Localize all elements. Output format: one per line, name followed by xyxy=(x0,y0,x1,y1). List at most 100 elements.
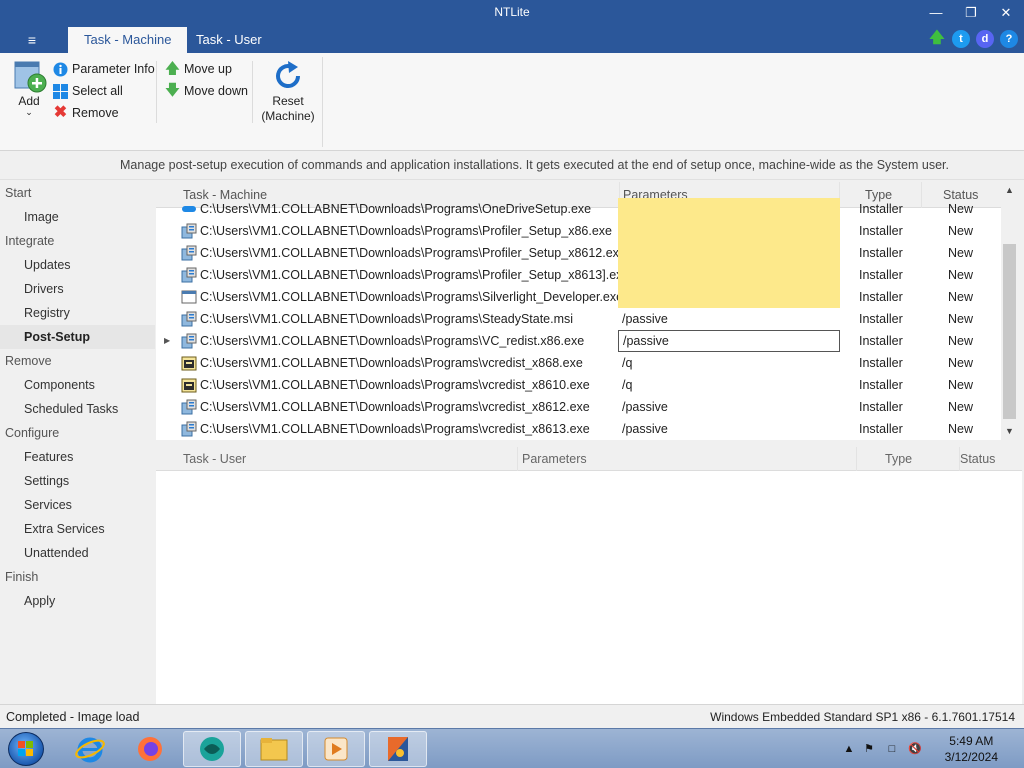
status-right-text: Windows Embedded Standard SP1 x86 - 6.1.… xyxy=(710,710,1015,724)
status-bar: Completed - Image load Windows Embedded … xyxy=(0,704,1024,728)
cell-parameters[interactable]: /passive xyxy=(618,418,840,440)
table-row[interactable]: C:\Users\VM1.COLLABNET\Downloads\Program… xyxy=(156,396,1001,418)
cell-parameters[interactable]: /passive xyxy=(618,396,840,418)
scroll-down-arrow-icon[interactable]: ▼ xyxy=(1001,423,1018,440)
cell-status: New xyxy=(948,334,974,348)
machine-task-grid: Task - Machine Parameters Type Status C:… xyxy=(156,182,1001,440)
table-row[interactable]: C:\Users\VM1.COLLABNET\Downloads\Program… xyxy=(156,374,1001,396)
cell-task-path: C:\Users\VM1.COLLABNET\Downloads\Program… xyxy=(200,246,618,260)
sidebar-category-start[interactable]: Start xyxy=(0,181,155,205)
table-row[interactable]: C:\Users\VM1.COLLABNET\Downloads\Program… xyxy=(156,264,1001,286)
internet-explorer-taskbar-button[interactable] xyxy=(61,731,119,767)
cell-task-path: C:\Users\VM1.COLLABNET\Downloads\Program… xyxy=(200,312,574,326)
move-up-button[interactable]: 🡅 Move up xyxy=(165,59,232,79)
move-down-button[interactable]: 🡇 Move down xyxy=(165,81,248,101)
cell-parameters[interactable] xyxy=(618,286,840,308)
add-label: Add xyxy=(18,94,40,108)
column-header-parameters[interactable]: Parameters xyxy=(517,447,857,471)
hamburger-menu-icon[interactable]: ≡ xyxy=(20,30,44,50)
setup-file-icon xyxy=(181,245,197,261)
start-button[interactable] xyxy=(8,732,44,766)
cell-parameters[interactable] xyxy=(618,242,840,264)
table-row[interactable]: ▶ C:\Users\VM1.COLLABNET\Downloads\Progra… xyxy=(156,330,1001,352)
sidebar-item-image[interactable]: Image xyxy=(0,205,155,229)
sidebar-item-extra-services[interactable]: Extra Services xyxy=(0,517,155,541)
sidebar-item-post-setup[interactable]: Post-Setup xyxy=(0,325,155,349)
cell-task-path: C:\Users\VM1.COLLABNET\Downloads\Program… xyxy=(200,224,612,238)
sidebar-item-features[interactable]: Features xyxy=(0,445,155,469)
table-row[interactable]: C:\Users\VM1.COLLABNET\Downloads\Program… xyxy=(156,308,1001,330)
cell-type: Installer xyxy=(859,246,903,260)
firefox-taskbar-button[interactable] xyxy=(121,731,179,767)
table-row[interactable]: C:\Users\VM1.COLLABNET\Downloads\Program… xyxy=(156,220,1001,242)
sidebar-item-drivers[interactable]: Drivers xyxy=(0,277,155,301)
network-icon[interactable]: □ xyxy=(885,742,899,756)
table-row[interactable]: C:\Users\VM1.COLLABNET\Downloads\Program… xyxy=(156,286,1001,308)
scroll-thumb[interactable] xyxy=(1003,244,1016,419)
tab-task-user[interactable]: Task - User xyxy=(180,27,278,53)
red-x-icon: ✖ xyxy=(53,104,68,121)
cell-type: Installer xyxy=(859,400,903,414)
show-hidden-icons-icon[interactable]: ▲ xyxy=(842,742,856,756)
explorer-taskbar-button[interactable] xyxy=(245,731,303,767)
volume-muted-icon[interactable]: 🔇 xyxy=(908,742,922,756)
column-header-task-user[interactable]: Task - User xyxy=(178,447,518,471)
sidebar-item-apply[interactable]: Apply xyxy=(0,589,155,613)
sidebar-item-unattended[interactable]: Unattended xyxy=(0,541,155,565)
media-app-taskbar-button[interactable] xyxy=(183,731,241,767)
help-icon[interactable]: ? xyxy=(1000,30,1018,48)
cell-parameters[interactable]: /passive xyxy=(618,308,840,330)
action-center-flag-icon[interactable]: ⚑ xyxy=(862,742,876,756)
cell-parameters[interactable]: /q xyxy=(618,374,840,396)
discord-icon[interactable]: d xyxy=(976,30,994,48)
table-row[interactable]: C:\Users\VM1.COLLABNET\Downloads\Program… xyxy=(156,352,1001,374)
remove-button[interactable]: ✖ Remove xyxy=(53,103,119,123)
table-row[interactable]: C:\Users\VM1.COLLABNET\Downloads\Program… xyxy=(156,242,1001,264)
ribbon-separator xyxy=(156,61,157,123)
taskbar-clock[interactable]: 5:49 AM 3/12/2024 xyxy=(945,733,998,765)
select-all-button[interactable]: Select all xyxy=(53,81,123,101)
update-arrow-icon[interactable]: 🡅 xyxy=(928,29,946,48)
sidebar-category-remove[interactable]: Remove xyxy=(0,349,155,373)
parameter-info-button[interactable]: Parameter Info xyxy=(53,59,155,79)
sidebar-category-integrate[interactable]: Integrate xyxy=(0,229,155,253)
sidebar-category-configure[interactable]: Configure xyxy=(0,421,155,445)
sidebar-item-registry[interactable]: Registry xyxy=(0,301,155,325)
reset-machine-button[interactable]: Reset (Machine) xyxy=(258,59,318,124)
title-bar: NTLite — ❐ ✕ xyxy=(0,0,1024,27)
cell-task-path: C:\Users\VM1.COLLABNET\Downloads\Program… xyxy=(200,290,618,304)
machine-grid-scrollbar[interactable]: ▲ ▼ xyxy=(1001,182,1018,440)
cell-parameters[interactable]: /q xyxy=(618,352,840,374)
cell-parameters[interactable] xyxy=(618,198,840,220)
setup-file-icon xyxy=(181,311,197,327)
ribbon: Add ⌄ Parameter Info Select all ✖ Remove… xyxy=(0,53,1024,151)
restore-button[interactable]: ❐ xyxy=(956,3,986,23)
column-header-status[interactable]: Status xyxy=(955,447,1022,471)
minimize-button[interactable]: — xyxy=(921,3,951,23)
cell-task-path: C:\Users\VM1.COLLABNET\Downloads\Program… xyxy=(200,356,583,370)
media-player-taskbar-button[interactable] xyxy=(307,731,365,767)
tab-task-machine[interactable]: Task - Machine xyxy=(68,27,188,53)
top-right-icons: 🡅 t d ? xyxy=(928,29,1018,50)
sidebar-item-updates[interactable]: Updates xyxy=(0,253,155,277)
cell-parameters[interactable] xyxy=(618,220,840,242)
table-row[interactable]: C:\Users\VM1.COLLABNET\Downloads\Program… xyxy=(156,198,1001,220)
ntlite-taskbar-button[interactable] xyxy=(369,731,427,767)
cell-parameters[interactable] xyxy=(618,264,840,286)
sidebar-item-scheduled-tasks[interactable]: Scheduled Tasks xyxy=(0,397,155,421)
cell-task-path: C:\Users\VM1.COLLABNET\Downloads\Program… xyxy=(200,334,585,348)
cell-parameters[interactable]: /passive xyxy=(618,330,840,352)
sidebar-item-settings[interactable]: Settings xyxy=(0,469,155,493)
sidebar-item-components[interactable]: Components xyxy=(0,373,155,397)
sidebar-category-finish[interactable]: Finish xyxy=(0,565,155,589)
cell-status: New xyxy=(948,290,974,304)
close-button[interactable]: ✕ xyxy=(991,3,1021,23)
twitter-icon[interactable]: t xyxy=(952,30,970,48)
scroll-up-arrow-icon[interactable]: ▲ xyxy=(1001,182,1018,199)
add-button[interactable]: Add ⌄ xyxy=(8,59,50,117)
sidebar-item-services[interactable]: Services xyxy=(0,493,155,517)
table-row[interactable]: C:\Users\VM1.COLLABNET\Downloads\Program… xyxy=(156,418,1001,440)
column-header-type[interactable]: Type xyxy=(880,447,960,471)
refresh-icon xyxy=(276,61,301,89)
user-task-grid: Task - User Parameters Type Status xyxy=(156,447,1022,704)
